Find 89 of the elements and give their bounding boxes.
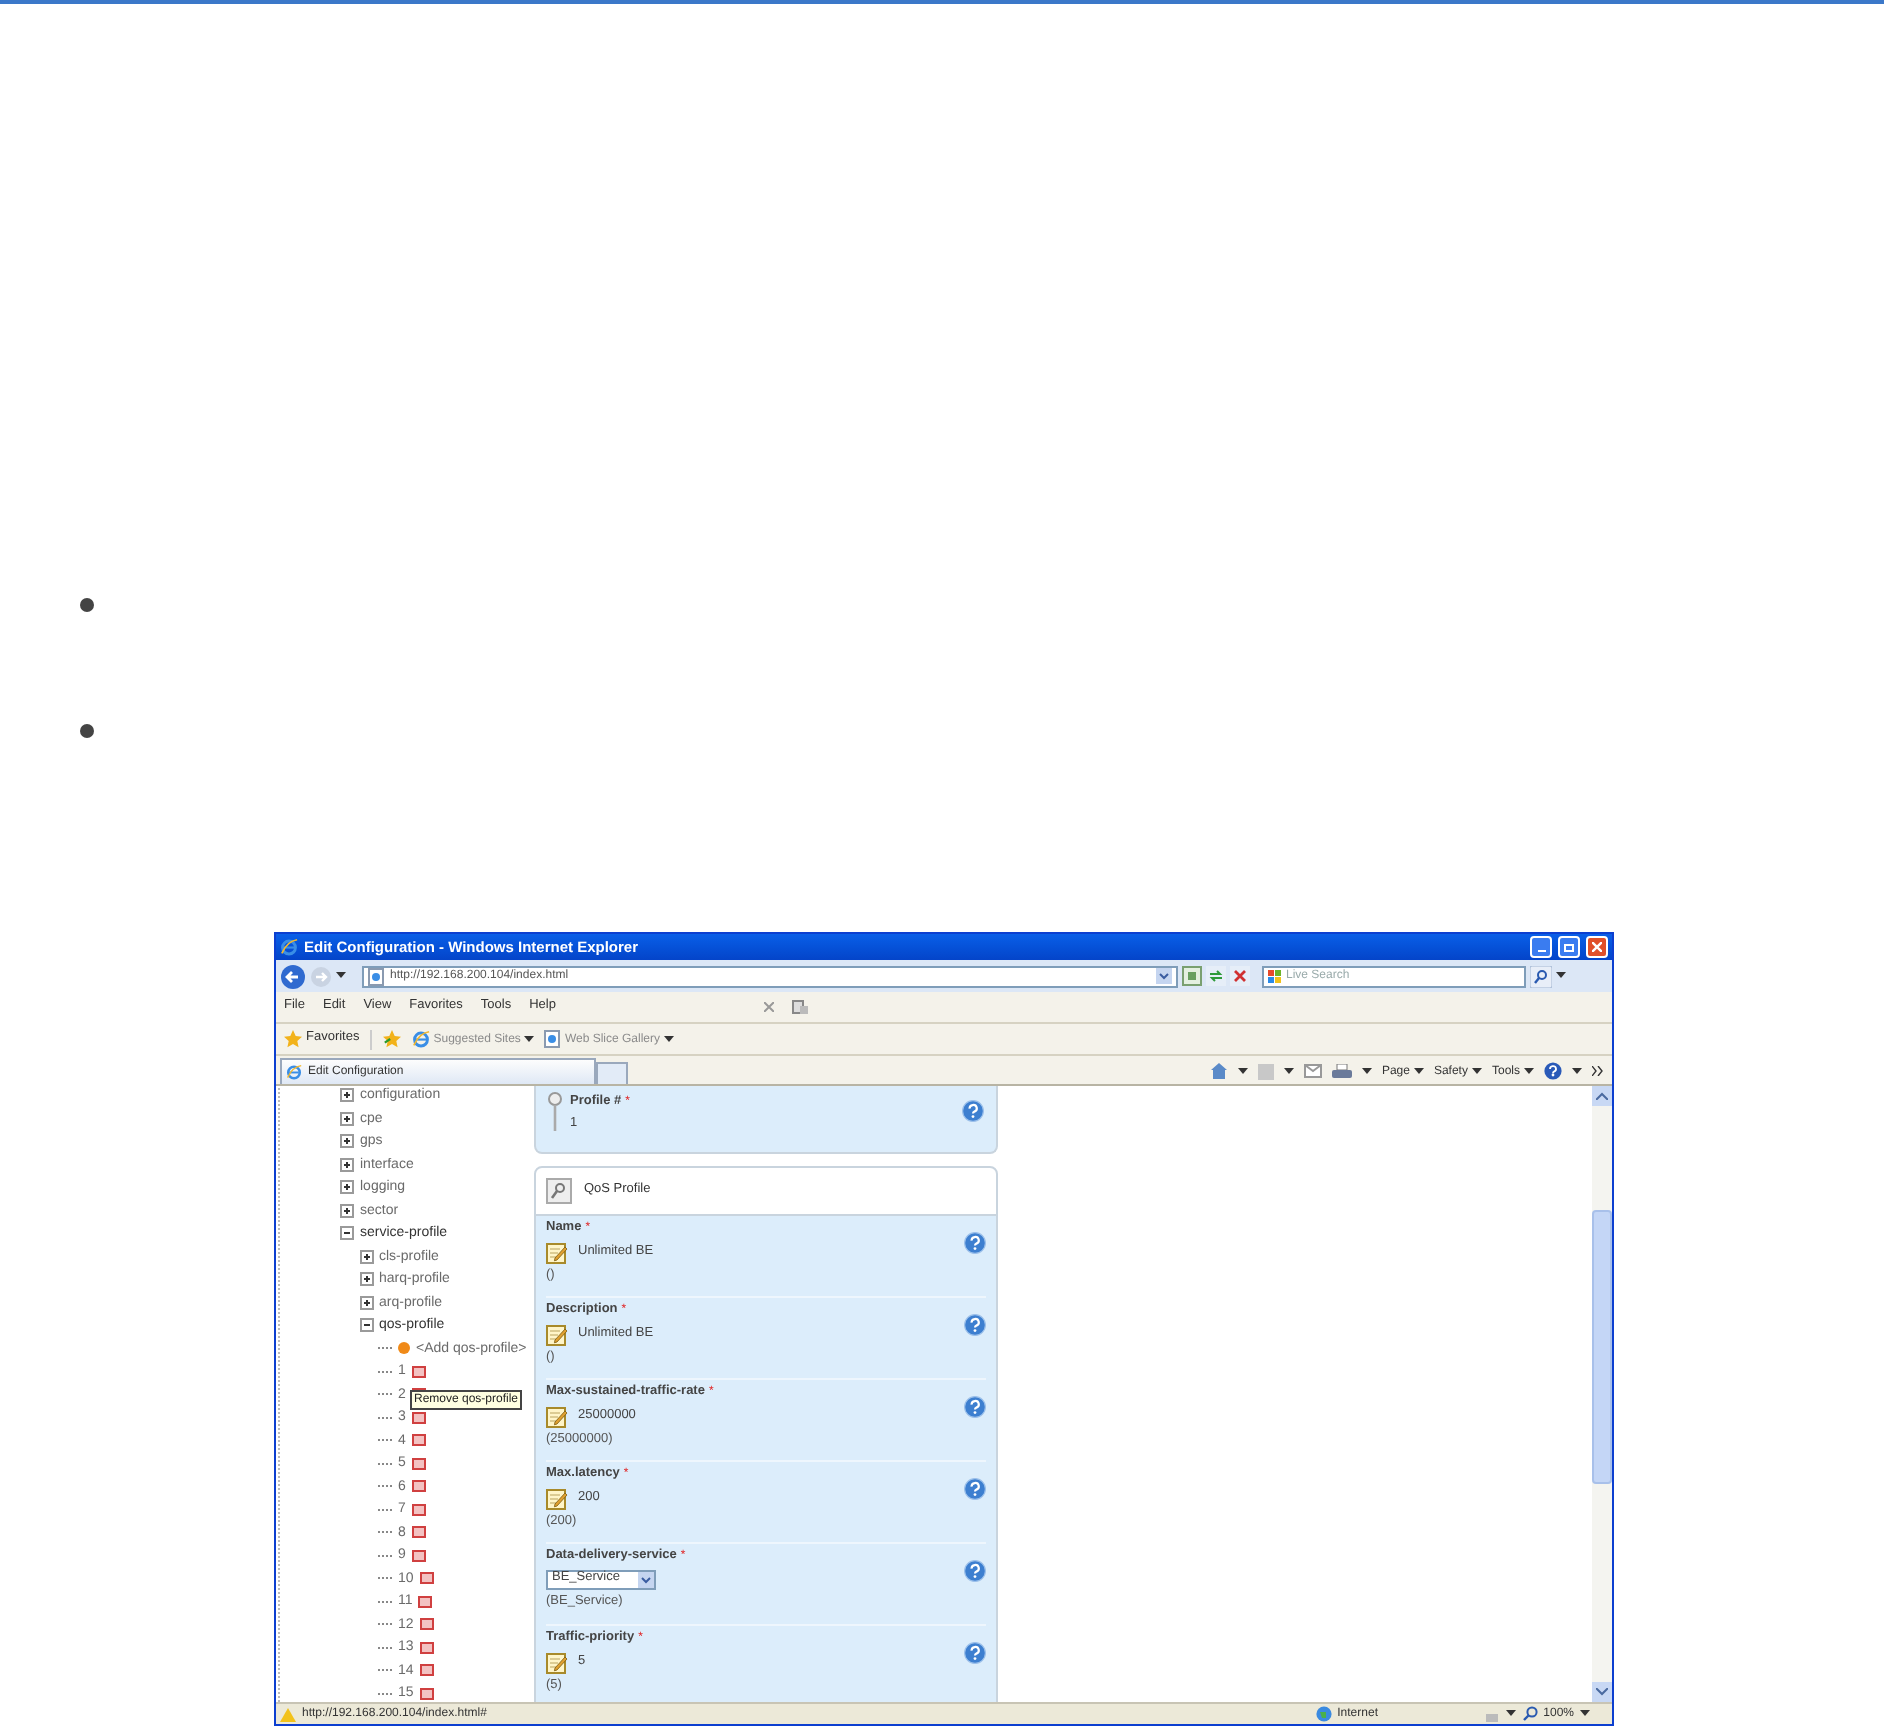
help-icon[interactable] — [964, 1478, 986, 1500]
scrollbar[interactable] — [1592, 1086, 1612, 1702]
caret-icon — [1471, 1067, 1482, 1075]
caret-icon — [1572, 1067, 1582, 1075]
connector-line — [378, 1553, 392, 1558]
connector-line — [378, 1530, 392, 1535]
edit-icon[interactable] — [546, 1651, 568, 1673]
help-icon[interactable] — [1544, 1062, 1562, 1080]
help-icon[interactable] — [964, 1232, 986, 1254]
refresh-icon[interactable] — [1206, 966, 1226, 986]
connector-line — [378, 1576, 392, 1581]
zoom-icon — [1521, 1706, 1538, 1722]
caret-icon — [1237, 1067, 1248, 1075]
caret-icon — [1580, 1710, 1590, 1718]
connector-line — [378, 1622, 392, 1627]
browser-icon — [286, 1064, 302, 1080]
caret-icon — [1283, 1067, 1294, 1075]
caret-icon — [1524, 1067, 1534, 1075]
expand-icon[interactable] — [359, 1249, 373, 1264]
caret-icon — [1556, 972, 1566, 980]
connector-line — [378, 1346, 392, 1351]
connector-line — [378, 1645, 392, 1650]
add-icon[interactable] — [398, 1342, 410, 1355]
connector-line — [378, 1484, 392, 1489]
expand-icon[interactable] — [340, 1134, 354, 1149]
close-button[interactable] — [1586, 936, 1608, 958]
expand-icon[interactable] — [340, 1157, 354, 1172]
home-icon[interactable] — [1209, 1062, 1228, 1080]
bullet-point — [80, 598, 94, 612]
browser-icon — [280, 938, 298, 956]
mail-icon[interactable] — [1303, 1064, 1322, 1078]
globe-icon — [1315, 1706, 1332, 1722]
caret-icon — [1361, 1067, 1372, 1075]
back-icon[interactable] — [280, 963, 306, 989]
printer-icon[interactable] — [1331, 1063, 1352, 1079]
caret-icon — [1413, 1067, 1424, 1075]
caret-icon — [524, 1035, 535, 1043]
page-icon — [544, 1030, 561, 1048]
collapse-icon[interactable] — [340, 1226, 354, 1241]
edit-icon[interactable] — [546, 1241, 568, 1263]
close-icon[interactable] — [763, 1002, 774, 1012]
expand-icon[interactable] — [340, 1180, 354, 1195]
connector-line — [378, 1415, 392, 1420]
edit-icon[interactable] — [546, 1405, 568, 1427]
caret-icon — [664, 1035, 675, 1043]
edit-icon[interactable] — [546, 1487, 568, 1509]
minimize-button[interactable] — [1530, 936, 1552, 958]
collapse-icon[interactable] — [359, 1318, 373, 1333]
scroll-up-icon[interactable] — [1596, 1092, 1608, 1100]
help-icon[interactable] — [964, 1314, 986, 1336]
browser-icon — [411, 1030, 430, 1048]
scroll-down-icon[interactable] — [1596, 1688, 1608, 1696]
expand-icon[interactable] — [340, 1088, 354, 1103]
connector-line — [378, 1507, 392, 1512]
bullet-point — [80, 724, 94, 738]
help-icon[interactable] — [962, 1100, 984, 1122]
connector-line — [378, 1438, 392, 1443]
page-icon — [368, 967, 384, 985]
caret-icon — [336, 972, 346, 980]
search-icon[interactable] — [1530, 965, 1552, 987]
connector-line — [378, 1369, 392, 1374]
add-favorite-icon[interactable] — [381, 1030, 402, 1048]
caret-icon — [1505, 1710, 1516, 1718]
remove-icon[interactable] — [411, 1365, 426, 1378]
warning-icon — [280, 1707, 296, 1721]
expand-icon[interactable] — [359, 1272, 373, 1287]
help-icon[interactable] — [964, 1642, 986, 1664]
help-icon[interactable] — [964, 1560, 986, 1582]
stop-icon[interactable] — [1230, 966, 1250, 986]
star-icon — [284, 1030, 302, 1048]
restore-button[interactable] — [1558, 936, 1580, 958]
chevron-icon[interactable] — [1592, 1066, 1604, 1076]
connector-line — [378, 1691, 392, 1696]
connector-line — [378, 1392, 392, 1397]
magnifier-icon — [546, 1178, 572, 1204]
windows-logo-icon — [1268, 969, 1282, 983]
dropdown-icon[interactable] — [1156, 968, 1172, 984]
pin-icon — [548, 1092, 562, 1132]
close-icon — [1592, 942, 1602, 952]
edit-icon[interactable] — [546, 1323, 568, 1345]
compatibility-icon[interactable] — [1182, 966, 1202, 986]
connector-line — [378, 1668, 392, 1673]
expand-icon[interactable] — [340, 1203, 354, 1218]
dropdown-icon — [638, 1571, 654, 1587]
expand-icon[interactable] — [359, 1295, 373, 1310]
help-icon[interactable] — [964, 1396, 986, 1418]
connector-line — [378, 1599, 392, 1604]
expand-icon[interactable] — [340, 1111, 354, 1126]
connector-line — [378, 1461, 392, 1466]
